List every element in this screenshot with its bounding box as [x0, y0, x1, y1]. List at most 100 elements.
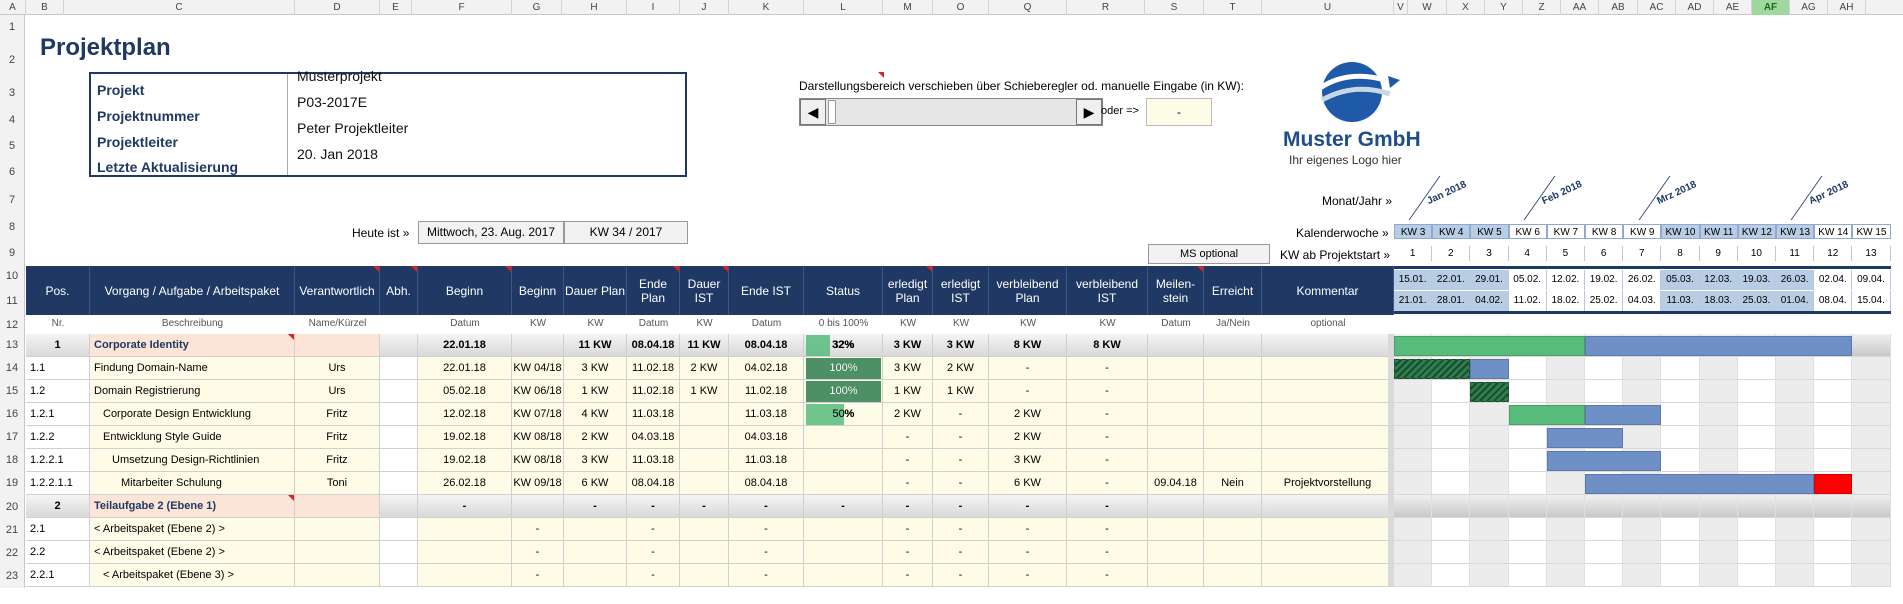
row-number[interactable]: 2 [0, 40, 25, 80]
gantt-cell[interactable] [1776, 541, 1815, 564]
table-cell[interactable]: 2 KW [989, 426, 1067, 449]
gantt-cell[interactable] [1699, 564, 1738, 587]
gantt-cell[interactable] [1852, 403, 1891, 426]
gantt-cell[interactable] [1585, 541, 1624, 564]
gantt-cell[interactable] [1852, 472, 1891, 495]
table-cell[interactable]: 26.02.18 [418, 472, 512, 495]
column-letter[interactable]: Q [989, 0, 1067, 15]
gantt-cell[interactable] [1470, 518, 1509, 541]
table-cell[interactable]: 08.04.18 [627, 472, 680, 495]
gantt-cell[interactable] [1852, 426, 1891, 449]
table-cell[interactable]: - [883, 495, 933, 518]
gantt-cell[interactable] [1699, 449, 1738, 472]
gantt-bar[interactable] [1546, 451, 1662, 471]
gantt-bar[interactable] [1394, 359, 1471, 379]
table-cell[interactable] [564, 564, 627, 587]
table-cell[interactable] [295, 564, 380, 587]
table-cell[interactable] [564, 518, 627, 541]
column-letter[interactable]: Y [1485, 0, 1523, 15]
table-cell[interactable]: - [989, 380, 1067, 403]
table-cell[interactable]: - [512, 541, 564, 564]
gantt-cell[interactable] [1394, 541, 1433, 564]
table-cell[interactable] [1262, 541, 1394, 564]
table-cell[interactable]: - [729, 518, 804, 541]
table-cell[interactable]: Fritz [295, 403, 380, 426]
gantt-cell[interactable] [1737, 403, 1776, 426]
table-cell[interactable]: - [729, 541, 804, 564]
table-cell[interactable]: 1 KW [933, 380, 989, 403]
gantt-cell[interactable] [1737, 541, 1776, 564]
table-cell[interactable]: 3 KW [933, 334, 989, 357]
gantt-cell[interactable] [1852, 357, 1891, 380]
column-letter[interactable]: AA [1561, 0, 1599, 15]
table-cell[interactable] [380, 541, 418, 564]
table-cell[interactable]: - [989, 357, 1067, 380]
gantt-cell[interactable] [1737, 495, 1776, 518]
gantt-cell[interactable] [1814, 449, 1853, 472]
table-cell[interactable]: - [1067, 472, 1148, 495]
table-cell[interactable] [1204, 334, 1262, 357]
table-cell[interactable]: 1 KW [564, 380, 627, 403]
table-cell[interactable]: - [1067, 449, 1148, 472]
column-letter[interactable]: X [1447, 0, 1485, 15]
table-cell[interactable]: 11 KW [564, 334, 627, 357]
column-header[interactable]: Ende IST [729, 266, 804, 315]
table-cell[interactable]: 11.03.18 [729, 449, 804, 472]
row-number[interactable]: 5 [0, 133, 25, 160]
table-cell[interactable]: - [933, 518, 989, 541]
table-cell[interactable]: 19.02.18 [418, 426, 512, 449]
row-number[interactable]: 17 [0, 426, 25, 449]
gantt-cell[interactable] [1394, 380, 1433, 403]
table-cell[interactable]: 1 KW [883, 380, 933, 403]
gantt-cell[interactable] [1546, 518, 1585, 541]
gantt-cell[interactable] [1852, 564, 1891, 587]
kw-input[interactable]: - [1146, 98, 1212, 126]
table-cell[interactable] [804, 564, 883, 587]
column-header[interactable]: Erreicht [1204, 266, 1262, 315]
gantt-cell[interactable] [1852, 541, 1891, 564]
gantt-cell[interactable] [1432, 472, 1471, 495]
gantt-cell[interactable] [1508, 518, 1547, 541]
row-number[interactable]: 10 [0, 266, 25, 287]
table-cell[interactable] [1204, 449, 1262, 472]
column-letter[interactable]: S [1145, 0, 1204, 15]
table-cell[interactable] [380, 564, 418, 587]
column-letter[interactable]: AG [1790, 0, 1828, 15]
gantt-cell[interactable] [1585, 357, 1624, 380]
gantt-cell[interactable] [1508, 449, 1547, 472]
table-cell[interactable] [804, 426, 883, 449]
gantt-cell[interactable] [1776, 403, 1815, 426]
table-cell[interactable] [418, 564, 512, 587]
table-cell[interactable]: - [933, 472, 989, 495]
gantt-cell[interactable] [1394, 564, 1433, 587]
gantt-cell[interactable] [1814, 564, 1853, 587]
table-cell[interactable] [380, 449, 418, 472]
gantt-cell[interactable] [1661, 518, 1700, 541]
table-cell[interactable]: - [564, 495, 627, 518]
gantt-cell[interactable] [1661, 495, 1700, 518]
table-cell[interactable] [512, 334, 564, 357]
table-cell[interactable]: - [989, 518, 1067, 541]
gantt-cell[interactable] [1623, 564, 1662, 587]
table-cell[interactable]: 04.03.18 [729, 426, 804, 449]
table-cell[interactable] [1148, 564, 1204, 587]
column-letter[interactable]: AH [1828, 0, 1866, 15]
table-cell[interactable]: - [883, 472, 933, 495]
column-letter[interactable]: K [729, 0, 804, 15]
table-cell[interactable]: - [883, 564, 933, 587]
gantt-cell[interactable] [1661, 449, 1700, 472]
table-cell[interactable]: 3 KW [989, 449, 1067, 472]
gantt-cell[interactable] [1699, 357, 1738, 380]
table-cell[interactable]: - [989, 564, 1067, 587]
gantt-cell[interactable] [1508, 472, 1547, 495]
table-cell[interactable]: KW 08/18 [512, 449, 564, 472]
column-header[interactable]: Ende Plan [627, 266, 680, 315]
table-cell[interactable]: - [883, 518, 933, 541]
table-cell[interactable] [1204, 357, 1262, 380]
gantt-cell[interactable] [1585, 495, 1624, 518]
column-letter[interactable]: J [680, 0, 729, 15]
table-cell[interactable]: Corporate Design Entwicklung [90, 403, 295, 426]
table-cell[interactable]: - [729, 495, 804, 518]
gantt-cell[interactable] [1508, 564, 1547, 587]
row-number[interactable]: 19 [0, 472, 25, 495]
